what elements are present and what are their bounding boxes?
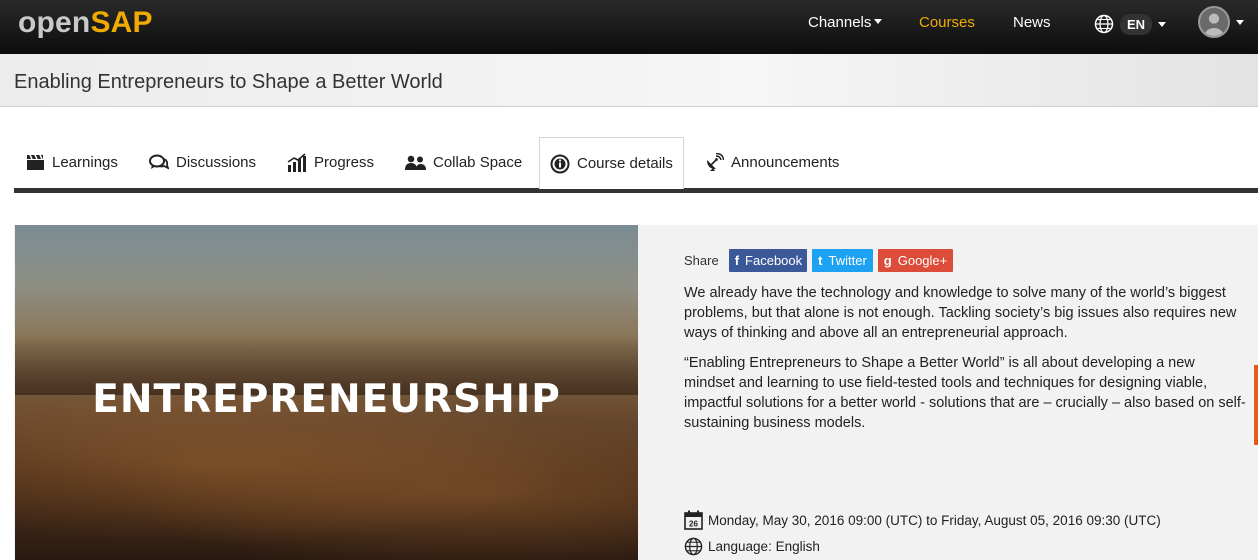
logo-open-text: open bbox=[18, 6, 91, 39]
nav-courses[interactable]: Courses bbox=[919, 14, 975, 31]
tab-discussions-label: Discussions bbox=[176, 154, 257, 171]
twitter-icon: t bbox=[818, 253, 823, 268]
chevron-down-icon bbox=[1236, 19, 1244, 25]
share-label: Share bbox=[684, 253, 719, 268]
nav-channels-label: Channels bbox=[808, 14, 872, 31]
tab-announcements-label: Announcements bbox=[731, 154, 840, 171]
hero-title-text: ENTREPRENEURSHIP bbox=[92, 377, 561, 422]
description-paragraph: “Enabling Entrepreneurs to Shape a Bette… bbox=[684, 355, 1246, 431]
share-facebook-label: Facebook bbox=[745, 253, 803, 268]
nav-channels[interactable]: Channels bbox=[808, 14, 883, 31]
top-navbar: openSAP Channels Courses News EN bbox=[0, 0, 1258, 54]
facebook-icon: f bbox=[734, 253, 740, 268]
users-icon bbox=[405, 155, 426, 170]
tab-announcements[interactable]: Announcements bbox=[704, 137, 839, 188]
globe-icon bbox=[684, 537, 703, 556]
tab-progress-label: Progress bbox=[314, 154, 375, 171]
tab-learnings[interactable]: Learnings bbox=[26, 137, 118, 188]
share-facebook-button[interactable]: f Facebook bbox=[728, 249, 808, 272]
tab-discussions[interactable]: Discussions bbox=[149, 137, 256, 188]
chat-bubbles-icon bbox=[149, 154, 169, 170]
tab-course-details[interactable]: Course details bbox=[539, 137, 684, 189]
satellite-dish-icon bbox=[707, 152, 724, 171]
tab-collab-space-label: Collab Space bbox=[433, 154, 523, 171]
info-icon bbox=[550, 154, 570, 173]
language-selector[interactable]: EN bbox=[1094, 12, 1167, 36]
calendar-day-number: 26 bbox=[689, 520, 698, 529]
page-title: Enabling Entrepreneurs to Shape a Better… bbox=[14, 71, 443, 93]
tab-collab-space[interactable]: Collab Space bbox=[405, 137, 522, 188]
tab-learnings-label: Learnings bbox=[52, 154, 118, 171]
description-paragraph: We already have the technology and knowl… bbox=[684, 285, 1237, 341]
share-bar: Share f Facebook t Twitter g Google+ bbox=[684, 249, 958, 272]
course-language: Language: English bbox=[684, 537, 820, 556]
share-twitter-button[interactable]: t Twitter bbox=[812, 249, 873, 272]
tab-progress[interactable]: Progress bbox=[287, 137, 374, 188]
course-dates: 26 Monday, May 30, 2016 09:00 (UTC) to F… bbox=[684, 510, 1161, 530]
calendar-icon: 26 bbox=[684, 510, 703, 530]
opensap-logo[interactable]: openSAP bbox=[18, 6, 153, 40]
share-googleplus-button[interactable]: g Google+ bbox=[877, 249, 954, 272]
bar-chart-icon bbox=[287, 153, 306, 172]
course-title-bar: Enabling Entrepreneurs to Shape a Better… bbox=[0, 54, 1258, 107]
chevron-down-icon bbox=[1158, 21, 1167, 27]
course-video-thumbnail[interactable]: ENTREPRENEURSHIP bbox=[15, 225, 638, 560]
scroll-indicator[interactable] bbox=[1254, 365, 1258, 445]
tab-course-details-label: Course details bbox=[577, 155, 673, 172]
share-twitter-label: Twitter bbox=[828, 253, 867, 268]
logo-sap-text: SAP bbox=[90, 6, 153, 39]
user-menu[interactable] bbox=[1198, 6, 1244, 38]
course-language-text: Language: English bbox=[708, 539, 820, 554]
language-code: EN bbox=[1120, 13, 1153, 35]
avatar bbox=[1198, 6, 1230, 38]
clapperboard-icon bbox=[27, 154, 44, 170]
course-description: We already have the technology and knowl… bbox=[684, 283, 1249, 443]
googleplus-icon: g bbox=[883, 253, 892, 268]
course-dates-text: Monday, May 30, 2016 09:00 (UTC) to Frid… bbox=[708, 512, 1161, 528]
course-tabs: Learnings Discussions Progress Collab Sp… bbox=[14, 137, 1258, 190]
share-googleplus-label: Google+ bbox=[897, 253, 948, 268]
chevron-down-icon bbox=[874, 19, 883, 24]
globe-icon bbox=[1094, 14, 1114, 34]
nav-news[interactable]: News bbox=[1013, 14, 1051, 31]
